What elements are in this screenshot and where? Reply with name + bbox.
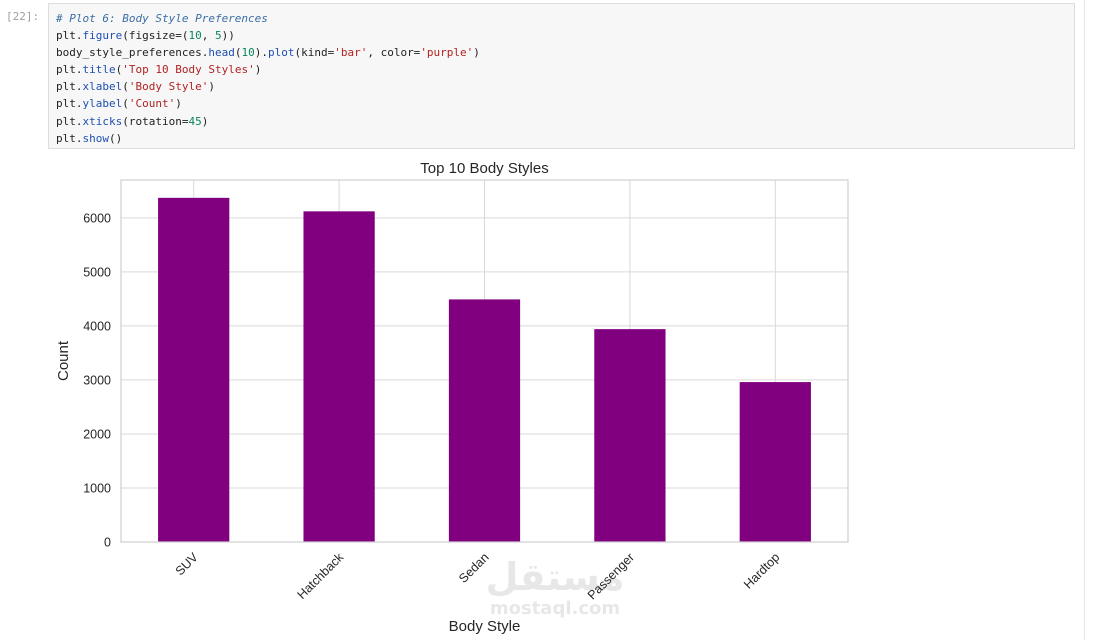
bar-suv (158, 197, 230, 543)
x-tick-label: Hardtop (741, 550, 782, 591)
bar-hatchback (303, 211, 375, 542)
x-tick-label: SUV (173, 550, 202, 579)
code-token: xticks (82, 114, 123, 128)
code-token: 'Count' (128, 97, 176, 111)
code-token: ) (473, 46, 480, 60)
y-tick-label: 6000 (83, 211, 111, 225)
code-line[interactable]: plt.xticks(rotation=45) (56, 113, 480, 130)
code-token: xlabel (82, 80, 123, 94)
code-token: plt. (56, 80, 83, 94)
code-token: ). (254, 46, 268, 60)
code-token: head (208, 46, 235, 60)
y-axis-label: Count (55, 340, 72, 381)
code-token: (figsize=( (122, 29, 189, 43)
code-token: )) (221, 29, 235, 43)
code-token: title (82, 63, 116, 77)
y-tick-label: 3000 (83, 373, 111, 387)
code-editor[interactable]: # Plot 6: Body Style Preferences plt.figu… (56, 10, 480, 147)
cell-prompt: [22]: (6, 10, 40, 23)
code-line[interactable]: plt.figure(figsize=(10, 5)) (56, 27, 480, 44)
code-token: 5 (214, 29, 222, 43)
code-line[interactable]: plt.xlabel('Body Style') (56, 78, 480, 95)
code-token: ylabel (82, 97, 123, 111)
code-line[interactable]: # Plot 6: Body Style Preferences (56, 10, 480, 27)
code-token: ( (122, 80, 129, 94)
bar-sedan (448, 299, 521, 542)
watermark-sub: mostaql.com (489, 598, 621, 619)
chart-title: Top 10 Body Styles (420, 160, 548, 177)
y-tick-label: 5000 (83, 265, 111, 279)
code-token: plot (267, 46, 295, 60)
code-token: (rotation= (122, 114, 189, 128)
watermark-logo: مستقل mostaql.com (480, 555, 630, 635)
code-token: ( (122, 97, 129, 111)
code-token: show (82, 131, 110, 145)
code-token: 'Body Style' (128, 80, 209, 94)
code-token: (kind= (294, 46, 335, 60)
code-token: ) (208, 80, 215, 94)
code-token: ) (254, 63, 262, 77)
watermark-main: مستقل (485, 555, 625, 599)
code-token: plt. (56, 63, 83, 77)
y-tick-label: 2000 (83, 427, 111, 441)
code-line[interactable]: plt.ylabel('Count') (56, 95, 480, 112)
code-token: plt. (56, 29, 83, 43)
code-token: 10 (241, 46, 255, 60)
code-token: , (201, 29, 215, 43)
scrollbar[interactable] (1085, 0, 1101, 640)
y-tick-label: 1000 (83, 481, 111, 495)
code-token: figure (82, 29, 123, 43)
code-token: , color= (367, 46, 421, 60)
code-line[interactable]: body_style_preferences.head(10).plot(kin… (56, 44, 480, 61)
code-token: 'bar' (334, 46, 368, 60)
code-token: 'Top 10 Body Styles' (122, 63, 255, 77)
bar-hardtop (739, 382, 811, 542)
code-line[interactable]: plt.title('Top 10 Body Styles') (56, 61, 480, 78)
code-token: () (109, 131, 123, 145)
y-tick-label: 0 (104, 536, 111, 550)
y-tick-label: 4000 (83, 319, 111, 333)
code-token: plt. (56, 97, 83, 111)
code-token: plt. (56, 114, 83, 128)
code-token: plt. (56, 131, 83, 145)
code-token: ) (201, 114, 209, 128)
code-token: ) (175, 97, 182, 111)
code-token: 10 (188, 29, 202, 43)
code-line[interactable]: plt.show() (56, 130, 480, 147)
code-cell-input[interactable]: # Plot 6: Body Style Preferences plt.figu… (48, 3, 1075, 149)
code-token: body_style_preferences. (56, 46, 209, 60)
bar-passenger (594, 329, 666, 542)
x-tick-label: Hatchback (295, 550, 347, 602)
code-token: 45 (188, 114, 202, 128)
code-token: 'purple' (420, 46, 474, 60)
code-token: # Plot 6: Body Style Preferences (56, 12, 268, 25)
